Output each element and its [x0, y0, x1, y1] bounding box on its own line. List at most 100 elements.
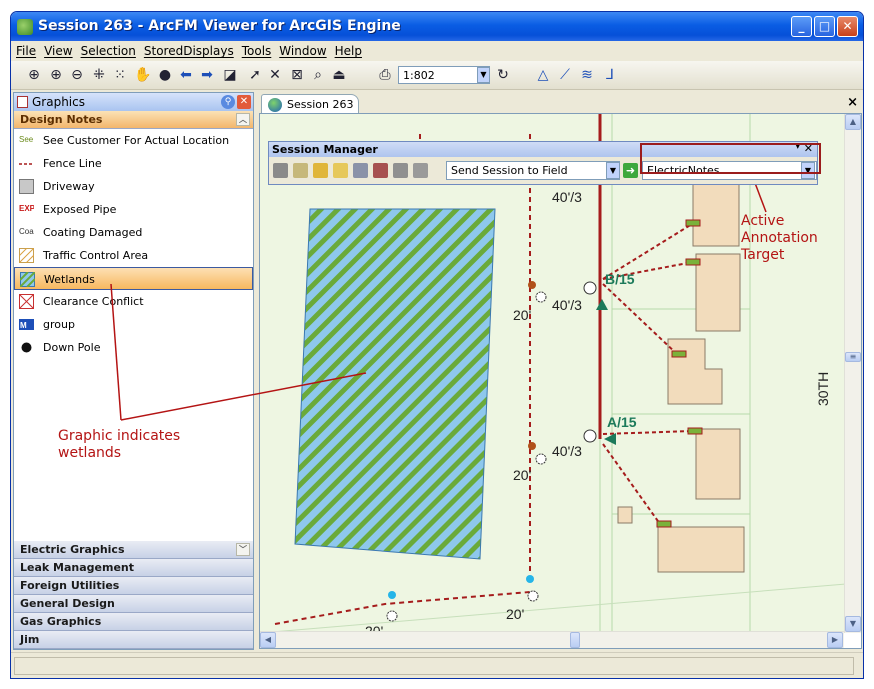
vertical-scrollbar[interactable]: ▲ ≡ ▼: [844, 114, 861, 633]
scroll-down-icon[interactable]: ▼: [845, 616, 861, 632]
meter-symbol: [685, 219, 701, 227]
legend-item-label: Down Pole: [43, 341, 101, 354]
session-open-icon[interactable]: [333, 163, 348, 178]
callout-line: Graphic indicates: [58, 428, 181, 444]
print-icon[interactable]: ⎙: [376, 67, 394, 83]
panel-close-icon[interactable]: ✕: [237, 95, 251, 109]
zoom-to-selected-icon[interactable]: ⊠: [288, 67, 306, 83]
legend-item[interactable]: Mgroup: [14, 313, 253, 336]
back-icon[interactable]: ⬅: [177, 67, 195, 83]
minimize-button[interactable]: _: [791, 16, 812, 37]
dim-label: 20': [513, 467, 531, 483]
group-leak-management[interactable]: Leak Management: [14, 559, 253, 577]
session-search-icon[interactable]: [293, 163, 308, 178]
pole-symbol[interactable]: [527, 590, 539, 602]
session-delete-icon[interactable]: [373, 163, 388, 178]
send-session-select[interactable]: Send Session to Field: [446, 161, 620, 180]
legend-item[interactable]: Driveway: [14, 175, 253, 198]
h-scroll-thumb[interactable]: [570, 632, 580, 648]
pole-symbol[interactable]: [583, 429, 597, 443]
meter-symbol: [685, 258, 701, 266]
scroll-up-icon[interactable]: ▲: [845, 114, 861, 130]
wetlands-graphic[interactable]: [294, 208, 496, 560]
legend-item[interactable]: EXP Exposed Pipe: [14, 198, 253, 221]
session-save-icon[interactable]: [313, 163, 328, 178]
close-button[interactable]: ✕: [837, 16, 858, 37]
callout-wetlands: Graphic indicates wetlands: [58, 428, 180, 462]
pin-icon[interactable]: ⚲: [221, 95, 235, 109]
menu-tools[interactable]: Tools: [237, 41, 275, 58]
map-view[interactable]: 40'/3 40'/3 40'/3 20' 20' 20' 20' B/15 A…: [259, 113, 862, 649]
svg-text:See: See: [19, 135, 34, 144]
angle-tool-icon[interactable]: ⅃: [601, 67, 619, 83]
legend-item[interactable]: Wetlands: [14, 267, 253, 290]
legend-item[interactable]: See See Customer For Actual Location: [14, 129, 253, 152]
group-gas-graphics[interactable]: Gas Graphics: [14, 613, 253, 631]
pole-symbol[interactable]: [583, 281, 597, 295]
pole-symbol[interactable]: [386, 610, 398, 622]
map-canvas[interactable]: 40'/3 40'/3 40'/3 20' 20' 20' 20' B/15 A…: [260, 114, 846, 633]
session-send-icon[interactable]: [393, 163, 408, 178]
menu-help[interactable]: Help: [330, 41, 365, 58]
globe-icon: [268, 98, 282, 112]
session-import-icon[interactable]: [413, 163, 428, 178]
group-icon: M: [19, 317, 34, 332]
menu-selection[interactable]: Selection: [76, 41, 139, 58]
send-session-dropdown-icon[interactable]: ▼: [606, 162, 620, 179]
go-arrow-icon[interactable]: ➜: [623, 163, 638, 178]
find-icon[interactable]: ⌕: [309, 67, 327, 83]
chevron-up-icon[interactable]: ︿: [236, 113, 250, 126]
clear-selection-icon[interactable]: ✕: [266, 67, 284, 83]
anchor-symbol: [528, 442, 536, 450]
legend-item[interactable]: Coa Coating Damaged: [14, 221, 253, 244]
fixed-zoom-in-icon[interactable]: ⁜: [90, 67, 108, 83]
group-foreign-utilities[interactable]: Foreign Utilities: [14, 577, 253, 595]
attributes-icon[interactable]: ⏏: [330, 67, 348, 83]
building: [695, 253, 741, 332]
full-extent-icon[interactable]: ●: [156, 67, 174, 83]
scroll-thumb[interactable]: ≡: [845, 352, 861, 362]
identify-icon[interactable]: ◪: [221, 67, 239, 83]
scroll-left-icon[interactable]: ◀: [260, 632, 276, 648]
map-close-icon[interactable]: ×: [847, 95, 858, 110]
select-arrow-icon[interactable]: ➚: [246, 67, 264, 83]
group-jim[interactable]: Jim: [14, 631, 253, 649]
line-tool-icon[interactable]: ⟋: [556, 67, 574, 83]
scale-dropdown-icon[interactable]: ▼: [477, 67, 490, 83]
horizontal-scrollbar[interactable]: ◀ ▶: [260, 631, 844, 648]
pole-symbol[interactable]: [535, 453, 547, 465]
session-user-icon[interactable]: [353, 163, 368, 178]
forward-icon[interactable]: ➡: [198, 67, 216, 83]
group-electric-graphics[interactable]: Electric Graphics ﹀: [14, 541, 253, 559]
legend-item[interactable]: Fence Line: [14, 152, 253, 175]
pole-symbol[interactable]: [535, 291, 547, 303]
zoom-out-icon[interactable]: ⊖: [68, 67, 86, 83]
align-tool-icon[interactable]: ≋: [578, 67, 596, 83]
chevron-down-icon[interactable]: ﹀: [236, 543, 250, 556]
zoom-in-fixed-icon[interactable]: ⊕: [47, 67, 65, 83]
coa-text-icon: Coa: [19, 225, 34, 240]
maximize-button[interactable]: □: [814, 16, 835, 37]
group-general-design[interactable]: General Design: [14, 595, 253, 613]
svg-text:Coa: Coa: [19, 227, 34, 236]
group-design-notes[interactable]: Design Notes ︿: [14, 111, 253, 129]
refresh-icon[interactable]: ↻: [494, 67, 512, 83]
building: [657, 526, 745, 573]
zoom-in-icon[interactable]: ⊕: [25, 67, 43, 83]
menu-view[interactable]: View: [39, 41, 75, 58]
meter-symbol: [671, 350, 687, 358]
pan-icon[interactable]: ✋: [134, 67, 152, 83]
session-icon[interactable]: [273, 163, 288, 178]
menu-storeddisplays[interactable]: StoredDisplays: [139, 41, 237, 58]
tab-session-263[interactable]: Session 263: [261, 94, 359, 114]
legend-item[interactable]: Clearance Conflict: [14, 290, 253, 313]
sketch-icon[interactable]: △: [534, 67, 552, 83]
exp-text-icon: EXP: [19, 202, 36, 217]
scroll-right-icon[interactable]: ▶: [827, 632, 843, 648]
legend-item[interactable]: Traffic Control Area: [14, 244, 253, 267]
menu-file[interactable]: File: [11, 41, 39, 58]
fixed-zoom-out-icon[interactable]: ⁙: [111, 67, 129, 83]
legend-item[interactable]: Down Pole: [14, 336, 253, 359]
title-bar[interactable]: Session 263 - ArcFM Viewer for ArcGIS En…: [11, 12, 863, 41]
menu-window[interactable]: Window: [274, 41, 329, 58]
